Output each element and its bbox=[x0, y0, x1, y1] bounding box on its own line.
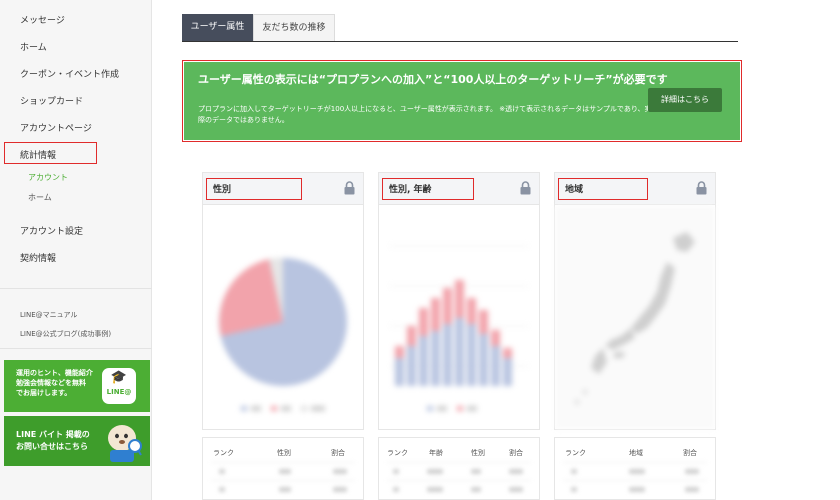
region-map bbox=[555, 206, 715, 429]
newsletter-banner[interactable]: 運用のヒント、機能紹介 勉強会情報などを無料 でお届けします。 🎓 LINE@ bbox=[4, 360, 150, 412]
sidebar-item-messages[interactable]: メッセージ bbox=[20, 13, 65, 26]
pro-plan-notice: ユーザー属性の表示には“プロプランへの加入”と“100人以上のターゲットリーチ”… bbox=[184, 62, 740, 140]
line-at-logo: 🎓 LINE@ bbox=[102, 368, 136, 404]
sidebar-subitem-account[interactable]: アカウント bbox=[28, 172, 68, 183]
gender-pie-chart bbox=[203, 206, 363, 429]
blurred-table-rows bbox=[379, 460, 539, 500]
pie-chart-svg bbox=[219, 257, 347, 411]
sidebar-item-coupon-event[interactable]: クーポン・イベント作成 bbox=[20, 67, 119, 80]
tab-bar: ユーザー属性 友だち数の推移 bbox=[182, 14, 738, 42]
banner-line: LINE バイト 掲載の bbox=[16, 430, 90, 439]
sidebar-subitem-home[interactable]: ホーム bbox=[28, 192, 52, 203]
banner-line: 運用のヒント、機能紹介 bbox=[16, 369, 93, 377]
card-header: 性別, 年齢 bbox=[379, 173, 539, 205]
sidebar-divider bbox=[0, 348, 152, 349]
notice-title: ユーザー属性の表示には“プロプランへの加入”と“100人以上のターゲットリーチ”… bbox=[198, 73, 668, 86]
table-header-cell: ランク bbox=[387, 449, 408, 457]
sidebar-item-account-page[interactable]: アカウントページ bbox=[20, 121, 92, 134]
graduation-cap-icon: 🎓 bbox=[110, 370, 128, 385]
table-header-cell: ランク bbox=[213, 449, 234, 457]
sidebar-item-home[interactable]: ホーム bbox=[20, 40, 47, 53]
blurred-table-rows bbox=[203, 460, 363, 500]
banner-line: 勉強会情報などを無料 bbox=[16, 379, 86, 387]
card-header: 地域 bbox=[555, 173, 715, 205]
gender-age-rank-table: ランク 年齢 性別 割合 bbox=[378, 437, 540, 500]
gender-age-bar-chart bbox=[379, 206, 539, 429]
mascot-icon bbox=[108, 425, 142, 462]
gender-rank-table: ランク 性別 割合 bbox=[202, 437, 364, 500]
line-at-logo-label: LINE@ bbox=[106, 388, 132, 396]
table-header-cell: 性別 bbox=[471, 449, 485, 457]
card-title: 地域 bbox=[565, 185, 584, 195]
gender-card: 性別 bbox=[202, 172, 364, 430]
card-title: 性別 bbox=[213, 185, 232, 195]
official-blog-link[interactable]: LINE@公式ブログ(成功事例) bbox=[20, 329, 111, 339]
japan-map-svg bbox=[555, 206, 715, 429]
line-baito-banner[interactable]: LINE バイト 掲載の お問い合せはこちら bbox=[4, 416, 150, 466]
details-button[interactable]: 詳細はこちら bbox=[648, 88, 722, 112]
table-header-cell: ランク bbox=[565, 449, 586, 457]
gender-age-card: 性別, 年齢 bbox=[378, 172, 540, 430]
lock-icon bbox=[344, 181, 355, 195]
blurred-table-rows bbox=[555, 460, 715, 500]
region-card: 地域 bbox=[554, 172, 716, 430]
notice-body: プロプランに加入してターゲットリーチが100人以上になると、ユーザー属性が表示さ… bbox=[198, 105, 652, 124]
table-header-cell: 性別 bbox=[277, 449, 291, 457]
table-header-cell: 地域 bbox=[629, 449, 643, 457]
lock-icon bbox=[696, 181, 707, 195]
sidebar-item-contract[interactable]: 契約情報 bbox=[20, 251, 56, 264]
sidebar-item-shop-card[interactable]: ショップカード bbox=[20, 94, 83, 107]
table-header-cell: 割合 bbox=[509, 449, 523, 457]
region-rank-table: ランク 地域 割合 bbox=[554, 437, 716, 500]
sidebar: メッセージ ホーム クーポン・イベント作成 ショップカード アカウントページ 統… bbox=[0, 0, 152, 500]
sidebar-item-statistics[interactable]: 統計情報 bbox=[20, 148, 56, 161]
banner-line: でお届けします。 bbox=[16, 389, 72, 397]
table-header-cell: 年齢 bbox=[429, 449, 443, 457]
table-header-cell: 割合 bbox=[683, 449, 697, 457]
table-header-cell: 割合 bbox=[331, 449, 345, 457]
card-title: 性別, 年齢 bbox=[389, 185, 432, 195]
tab-friend-count-trend[interactable]: 友だち数の推移 bbox=[253, 14, 335, 41]
card-header: 性別 bbox=[203, 173, 363, 205]
lock-icon bbox=[520, 181, 531, 195]
manual-link[interactable]: LINE@マニュアル bbox=[20, 310, 77, 320]
banner-line: お問い合せはこちら bbox=[16, 442, 88, 451]
sidebar-divider bbox=[0, 288, 152, 289]
bar-chart-svg bbox=[389, 245, 529, 411]
sidebar-item-account-settings[interactable]: アカウント設定 bbox=[20, 224, 83, 237]
tab-user-attributes[interactable]: ユーザー属性 bbox=[182, 14, 253, 41]
